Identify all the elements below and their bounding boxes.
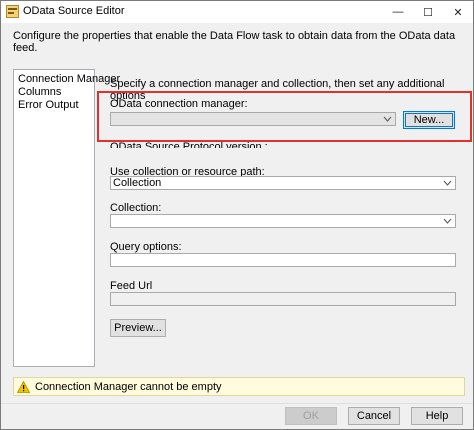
query-options-label: Query options: <box>110 241 182 253</box>
feed-url-field[interactable] <box>111 293 455 305</box>
minimize-button[interactable]: — <box>383 1 413 23</box>
window-title: OData Source Editor <box>23 5 125 17</box>
maximize-icon: ☐ <box>423 6 433 19</box>
query-options-input[interactable] <box>110 253 456 267</box>
help-button[interactable]: Help <box>411 407 463 425</box>
app-icon <box>6 5 19 18</box>
chevron-down-icon <box>443 180 452 186</box>
feed-url-input[interactable] <box>110 292 456 306</box>
protocol-version-label: OData Source Protocol version : <box>110 141 268 148</box>
ok-button[interactable]: OK <box>285 407 337 425</box>
close-button[interactable]: ✕ <box>443 1 473 23</box>
collection-label: Collection: <box>110 202 162 214</box>
dialog-description: Configure the properties that enable the… <box>13 30 456 54</box>
status-bar: Connection Manager cannot be empty <box>13 377 465 396</box>
close-icon: ✕ <box>453 6 463 19</box>
query-options-field[interactable] <box>111 254 455 266</box>
nav-item-columns[interactable]: Columns <box>14 86 94 99</box>
annotation-highlight <box>97 91 472 142</box>
chevron-down-icon <box>443 218 452 224</box>
nav-pane: Connection Manager Columns Error Output <box>13 69 120 367</box>
minimize-icon: — <box>392 6 404 18</box>
cancel-button[interactable]: Cancel <box>348 407 400 425</box>
feed-url-label: Feed Url <box>110 280 153 292</box>
warning-icon <box>17 380 30 393</box>
preview-button[interactable]: Preview... <box>110 319 166 337</box>
footer-separator <box>1 403 473 404</box>
title-bar: OData Source Editor — ☐ ✕ <box>1 1 473 23</box>
use-collection-dropdown[interactable]: Collection <box>110 176 456 190</box>
nav-item-error-output[interactable]: Error Output <box>14 99 94 112</box>
nav-item-connection-manager[interactable]: Connection Manager <box>14 73 120 86</box>
status-message: Connection Manager cannot be empty <box>35 380 222 393</box>
use-collection-value: Collection <box>113 177 162 189</box>
collection-dropdown[interactable] <box>110 214 456 228</box>
maximize-button[interactable]: ☐ <box>413 1 443 23</box>
odata-source-editor-window: OData Source Editor — ☐ ✕ Configure the … <box>0 0 474 430</box>
